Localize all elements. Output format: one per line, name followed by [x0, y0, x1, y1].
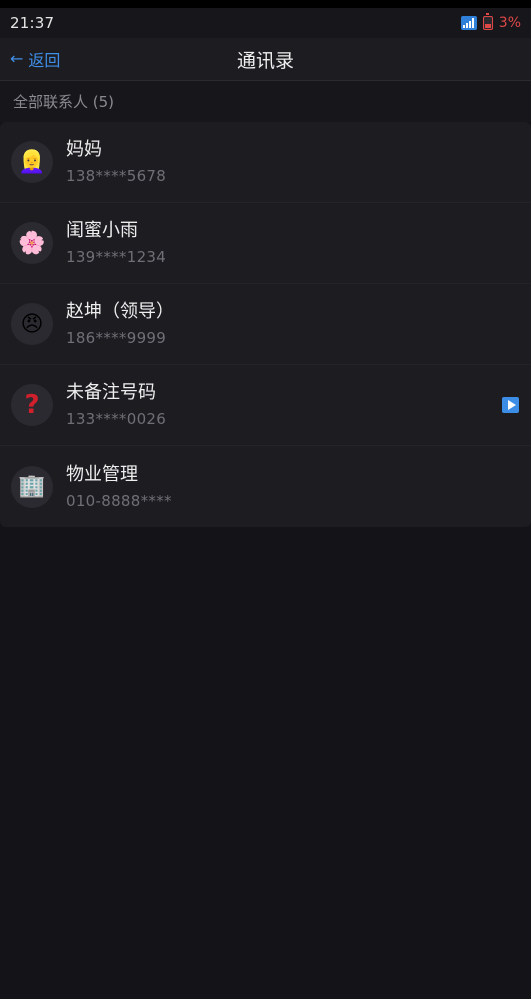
- contact-name: 赵坤（领导）: [66, 301, 174, 322]
- contact-item-bestie[interactable]: 🌸 闺蜜小雨 139****1234: [0, 203, 531, 284]
- question-mark-icon: ?: [11, 384, 53, 426]
- contact-item-unknown[interactable]: ? 未备注号码 133****0026: [0, 365, 531, 446]
- contact-text: 妈妈 138****5678: [66, 139, 166, 185]
- status-time: 21:37: [10, 14, 55, 32]
- contact-name: 闺蜜小雨: [66, 220, 138, 241]
- contact-phone: 138****5678: [66, 167, 167, 185]
- phone-screen: 21:37 3% ← 返回 通讯录 全部联系人 (5) 👱‍♀️: [0, 0, 531, 999]
- page-title: 通讯录: [236, 49, 294, 72]
- contact-text: 闺蜜小雨 139****1234: [66, 220, 166, 266]
- contact-name: 未备注号码: [66, 382, 156, 403]
- navigation-bar: ← 返回 通讯录: [0, 38, 531, 81]
- contact-item-property[interactable]: 🏢 物业管理 010-8888****: [0, 446, 531, 527]
- angry-face-icon: 😠: [11, 303, 53, 345]
- contact-item-boss[interactable]: 😠 赵坤（领导） 186****9999: [0, 284, 531, 365]
- back-button[interactable]: ← 返回: [0, 38, 60, 80]
- top-bezel: [0, 0, 531, 8]
- back-label: 返回: [28, 51, 61, 70]
- play-icon[interactable]: [502, 397, 519, 413]
- contact-phone: 186****9999: [66, 329, 167, 347]
- question-glyph: ?: [24, 390, 40, 420]
- woman-face-icon: 👱‍♀️: [11, 141, 53, 183]
- status-indicators: 3%: [460, 13, 521, 31]
- battery-low-icon: [482, 13, 493, 30]
- contact-text: 赵坤（领导） 186****9999: [66, 301, 174, 347]
- contact-item-mom[interactable]: 👱‍♀️ 妈妈 138****5678: [0, 122, 531, 203]
- signal-icon: [460, 16, 477, 30]
- office-building-icon: 🏢: [11, 465, 53, 508]
- contact-name: 妈妈: [66, 139, 102, 160]
- contact-phone: 139****1234: [66, 248, 167, 266]
- contact-phone: 133****0026: [66, 410, 167, 428]
- contact-name: 物业管理: [66, 463, 138, 485]
- contact-text: 未备注号码 133****0026: [66, 382, 166, 428]
- contact-text: 物业管理 010-8888****: [66, 464, 172, 510]
- section-header: 全部联系人 (5): [0, 81, 531, 122]
- contact-list: 👱‍♀️ 妈妈 138****5678 🌸 闺蜜小雨 139****1234 😠…: [0, 122, 531, 527]
- back-arrow-icon: ←: [10, 49, 24, 68]
- cherry-blossom-icon: 🌸: [11, 222, 53, 264]
- contact-phone: 010-8888****: [66, 491, 172, 510]
- status-bar: 21:37 3%: [0, 8, 531, 38]
- battery-percent: 3%: [498, 15, 521, 31]
